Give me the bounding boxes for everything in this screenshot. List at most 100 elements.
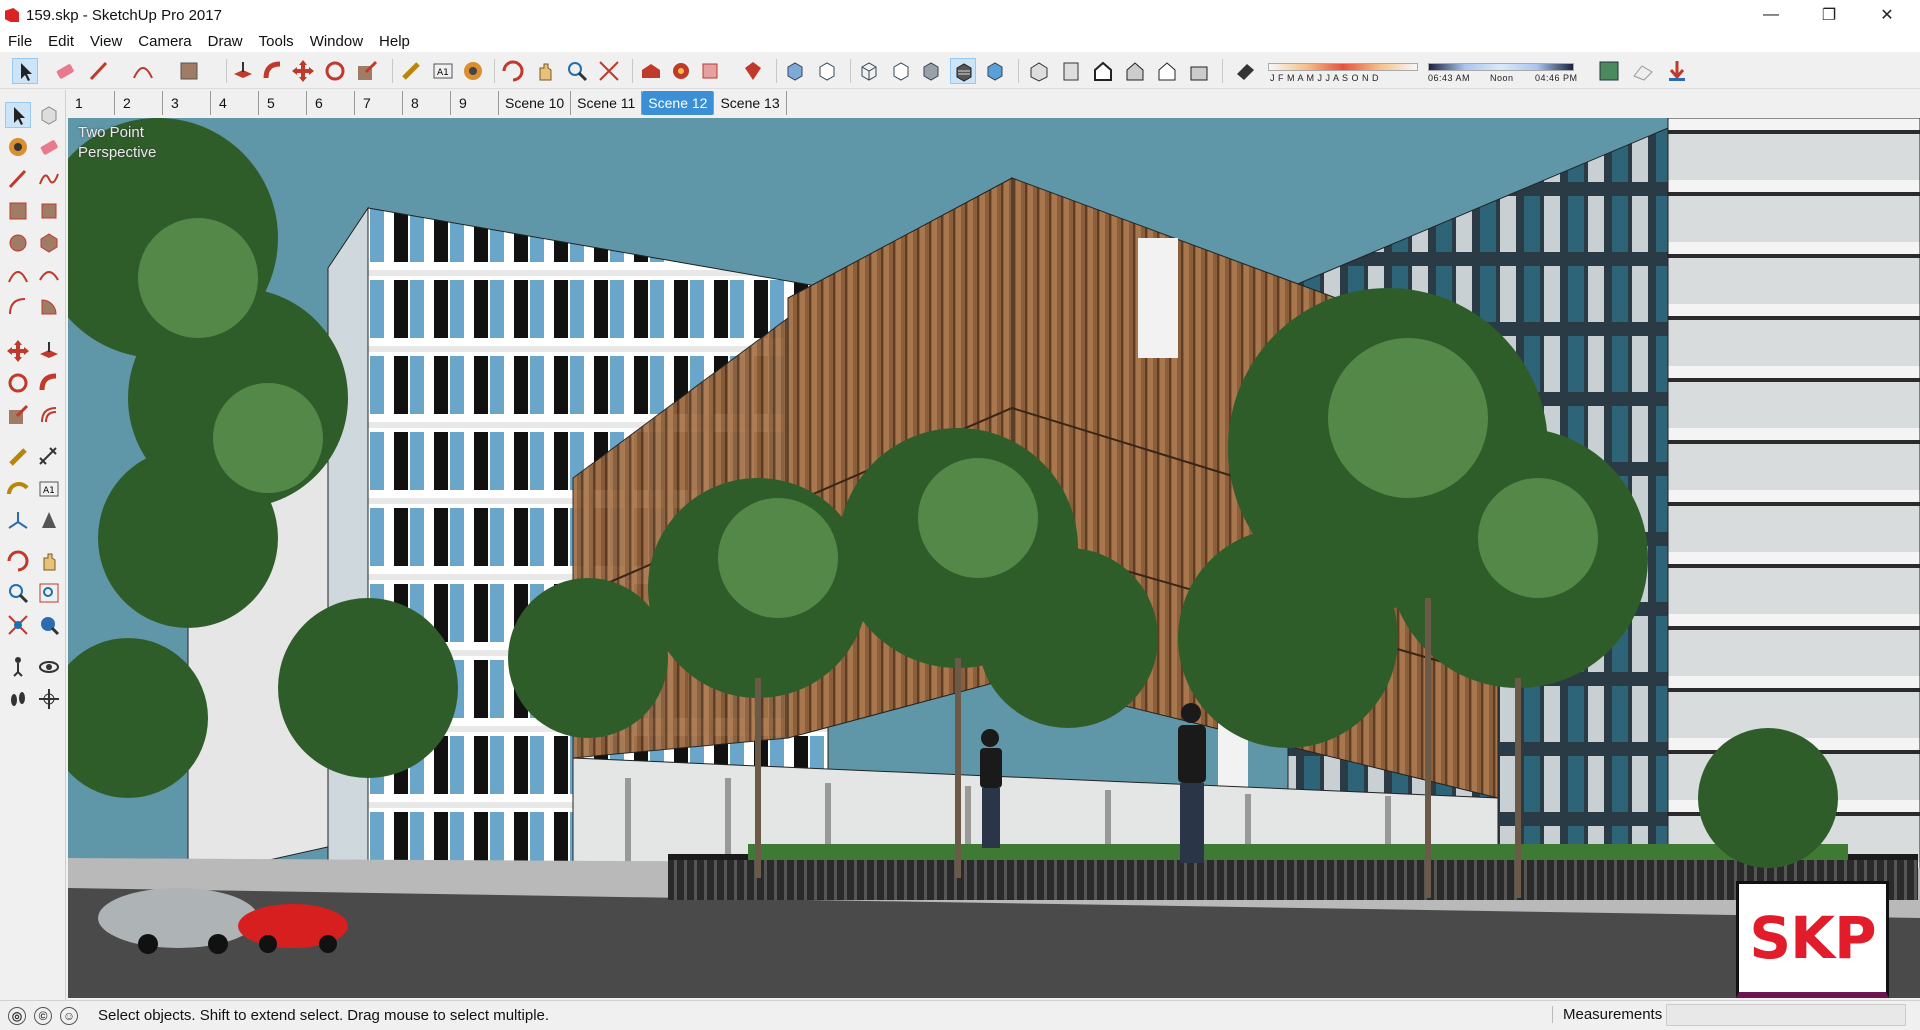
shaded-icon[interactable] xyxy=(918,58,944,84)
iso-icon[interactable] xyxy=(1026,58,1052,84)
rectangle-icon[interactable] xyxy=(5,198,31,224)
hidden-line-icon[interactable] xyxy=(888,58,914,84)
dimension-icon[interactable] xyxy=(36,444,62,470)
text-icon[interactable]: A1 xyxy=(430,58,456,84)
protractor-icon[interactable] xyxy=(5,476,31,502)
look-around-icon[interactable] xyxy=(36,654,62,680)
menu-view[interactable]: View xyxy=(82,33,130,50)
push-pull-icon[interactable] xyxy=(36,338,62,364)
menu-draw[interactable]: Draw xyxy=(200,33,251,50)
section-plane-icon[interactable] xyxy=(36,508,62,534)
rotated-rect-icon[interactable] xyxy=(36,198,62,224)
menu-edit[interactable]: Edit xyxy=(40,33,82,50)
month-slider[interactable] xyxy=(1268,63,1418,71)
paint-icon[interactable] xyxy=(460,58,486,84)
left-icon[interactable] xyxy=(1186,58,1212,84)
ruby-icon[interactable] xyxy=(740,58,766,84)
orbit-icon[interactable] xyxy=(5,548,31,574)
close-button[interactable]: ✕ xyxy=(1858,0,1916,30)
position-camera-icon[interactable] xyxy=(5,654,31,680)
walk-icon[interactable] xyxy=(5,686,31,712)
menu-file[interactable]: File xyxy=(0,33,40,50)
scene-tab-12[interactable]: Scene 12 xyxy=(642,91,715,115)
xray-icon[interactable] xyxy=(782,58,808,84)
pan-icon[interactable] xyxy=(532,58,558,84)
pan-icon[interactable] xyxy=(36,548,62,574)
text-icon[interactable]: A1 xyxy=(36,476,62,502)
user-icon[interactable]: ☺ xyxy=(60,1006,78,1025)
back-edges-icon[interactable] xyxy=(814,58,840,84)
circle-icon[interactable] xyxy=(5,230,31,256)
extension-icon[interactable] xyxy=(668,58,694,84)
terrain-icon[interactable] xyxy=(1630,58,1656,84)
eraser-icon[interactable] xyxy=(36,134,62,160)
add-location-icon[interactable] xyxy=(1596,58,1622,84)
follow-me-icon[interactable] xyxy=(36,370,62,396)
rotate-icon[interactable] xyxy=(322,58,348,84)
section-fill-icon[interactable] xyxy=(36,686,62,712)
shadows-toggle-icon[interactable] xyxy=(1232,58,1258,84)
scene-tab-4[interactable]: 4 xyxy=(211,91,259,115)
wireframe-icon[interactable] xyxy=(856,58,882,84)
monochrome-icon[interactable] xyxy=(982,58,1008,84)
three-point-arc-icon[interactable] xyxy=(5,294,31,320)
tape-icon[interactable] xyxy=(5,444,31,470)
previous-view-icon[interactable] xyxy=(36,612,62,638)
import-icon[interactable] xyxy=(1664,58,1690,84)
scene-tab-2[interactable]: 2 xyxy=(115,91,163,115)
maximize-button[interactable]: ❐ xyxy=(1800,0,1858,30)
menu-camera[interactable]: Camera xyxy=(130,33,199,50)
top-icon[interactable] xyxy=(1058,58,1084,84)
model-viewport[interactable]: Two Point Perspective SKP xyxy=(68,118,1920,998)
geolocation-icon[interactable]: ◎ xyxy=(8,1006,26,1025)
move-icon[interactable] xyxy=(290,58,316,84)
axes-icon[interactable] xyxy=(5,508,31,534)
scene-tab-13[interactable]: Scene 13 xyxy=(714,91,787,115)
scene-tab-5[interactable]: 5 xyxy=(259,91,307,115)
scene-tab-9[interactable]: 9 xyxy=(451,91,499,115)
zoom-icon[interactable] xyxy=(564,58,590,84)
share-model-icon[interactable] xyxy=(698,58,724,84)
orbit-icon[interactable] xyxy=(500,58,526,84)
shape-icon[interactable] xyxy=(176,58,202,84)
scene-tab-11[interactable]: Scene 11 xyxy=(571,91,643,115)
minimize-button[interactable]: — xyxy=(1742,0,1800,30)
zoom-window-icon[interactable] xyxy=(36,580,62,606)
scale-icon[interactable] xyxy=(354,58,380,84)
move-icon[interactable] xyxy=(5,338,31,364)
scene-tab-1[interactable]: 1 xyxy=(67,91,115,115)
make-component-icon[interactable] xyxy=(36,102,62,128)
pie-icon[interactable] xyxy=(36,294,62,320)
time-slider[interactable] xyxy=(1428,63,1574,71)
follow-me-icon[interactable] xyxy=(260,58,286,84)
scene-tab-6[interactable]: 6 xyxy=(307,91,355,115)
measurements-input[interactable] xyxy=(1666,1004,1906,1026)
zoom-extents-icon[interactable] xyxy=(5,612,31,638)
select-icon[interactable] xyxy=(12,58,38,84)
right-icon[interactable] xyxy=(1122,58,1148,84)
credits-icon[interactable]: © xyxy=(34,1006,52,1025)
arc-icon[interactable] xyxy=(5,262,31,288)
textured-icon[interactable] xyxy=(950,58,976,84)
zoom-icon[interactable] xyxy=(5,580,31,606)
rotate-icon[interactable] xyxy=(5,370,31,396)
eraser-icon[interactable] xyxy=(52,58,78,84)
scene-tab-3[interactable]: 3 xyxy=(163,91,211,115)
front-icon[interactable] xyxy=(1090,58,1116,84)
menu-help[interactable]: Help xyxy=(371,33,418,50)
push-pull-icon[interactable] xyxy=(230,58,256,84)
scene-tab-10[interactable]: Scene 10 xyxy=(499,91,572,115)
warehouse-icon[interactable] xyxy=(638,58,664,84)
menu-tools[interactable]: Tools xyxy=(251,33,302,50)
zoom-extents-icon[interactable] xyxy=(596,58,622,84)
select-icon[interactable] xyxy=(5,102,31,128)
scene-tab-8[interactable]: 8 xyxy=(403,91,451,115)
line-icon[interactable] xyxy=(86,58,112,84)
scene-tab-7[interactable]: 7 xyxy=(355,91,403,115)
line-icon[interactable] xyxy=(5,166,31,192)
polygon-icon[interactable] xyxy=(36,230,62,256)
two-point-arc-icon[interactable] xyxy=(36,262,62,288)
arc-icon[interactable] xyxy=(130,58,156,84)
freehand-icon[interactable] xyxy=(36,166,62,192)
scale-icon[interactable] xyxy=(5,402,31,428)
